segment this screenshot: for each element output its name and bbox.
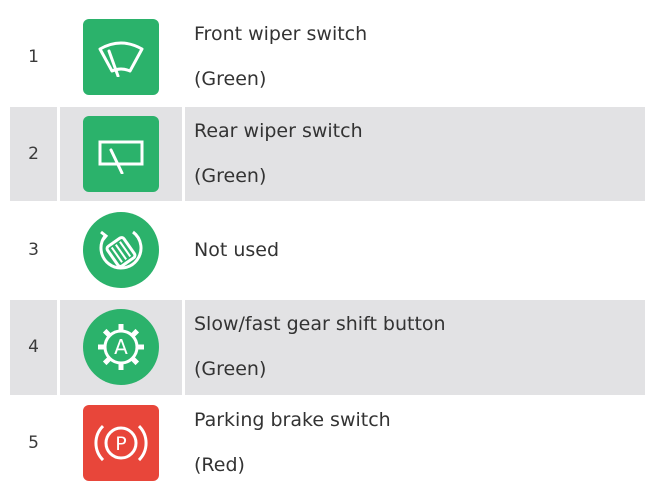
row-number: 3 bbox=[28, 240, 39, 260]
switch-name: Front wiper switch bbox=[194, 22, 368, 45]
column-divider bbox=[182, 8, 185, 489]
gear-shift-auto-icon: A bbox=[83, 309, 159, 385]
column-divider bbox=[57, 8, 60, 489]
row-number: 1 bbox=[28, 46, 39, 67]
row-divider bbox=[10, 201, 645, 204]
row-number: 5 bbox=[28, 432, 39, 453]
row-divider bbox=[10, 297, 645, 300]
row-divider bbox=[10, 104, 645, 107]
switch-color: (Green) bbox=[194, 358, 267, 380]
svg-text:P: P bbox=[115, 433, 126, 455]
parking-brake-icon: P bbox=[83, 404, 159, 481]
table-row: 2 Rear wiper switch (Green) bbox=[10, 105, 645, 202]
switch-legend-table: 1 Front wiper switch (Green) 2 Rear wipe… bbox=[10, 8, 645, 489]
row-number: 2 bbox=[28, 143, 39, 164]
table-row: 4 A Slow/fast gear shift button (Green) bbox=[10, 298, 645, 396]
switch-name: Rear wiper switch bbox=[194, 119, 363, 142]
rotary-knob-icon bbox=[83, 212, 159, 288]
switch-name: Parking brake switch bbox=[194, 408, 391, 431]
front-wiper-icon bbox=[83, 18, 159, 95]
row-divider bbox=[10, 395, 645, 398]
table-row: 5 P Parking brake switch (Red) bbox=[10, 396, 645, 489]
switch-color: (Red) bbox=[194, 453, 245, 476]
table-row: 1 Front wiper switch (Green) bbox=[10, 8, 645, 105]
switch-color: (Green) bbox=[194, 164, 267, 187]
rear-wiper-icon bbox=[83, 115, 159, 192]
switch-color: (Green) bbox=[194, 67, 267, 90]
table-row: 3 Not used bbox=[10, 202, 645, 298]
svg-text:A: A bbox=[114, 335, 128, 359]
switch-name: Slow/fast gear shift button bbox=[194, 313, 446, 335]
row-number: 4 bbox=[28, 337, 39, 357]
switch-name: Not used bbox=[194, 238, 280, 261]
